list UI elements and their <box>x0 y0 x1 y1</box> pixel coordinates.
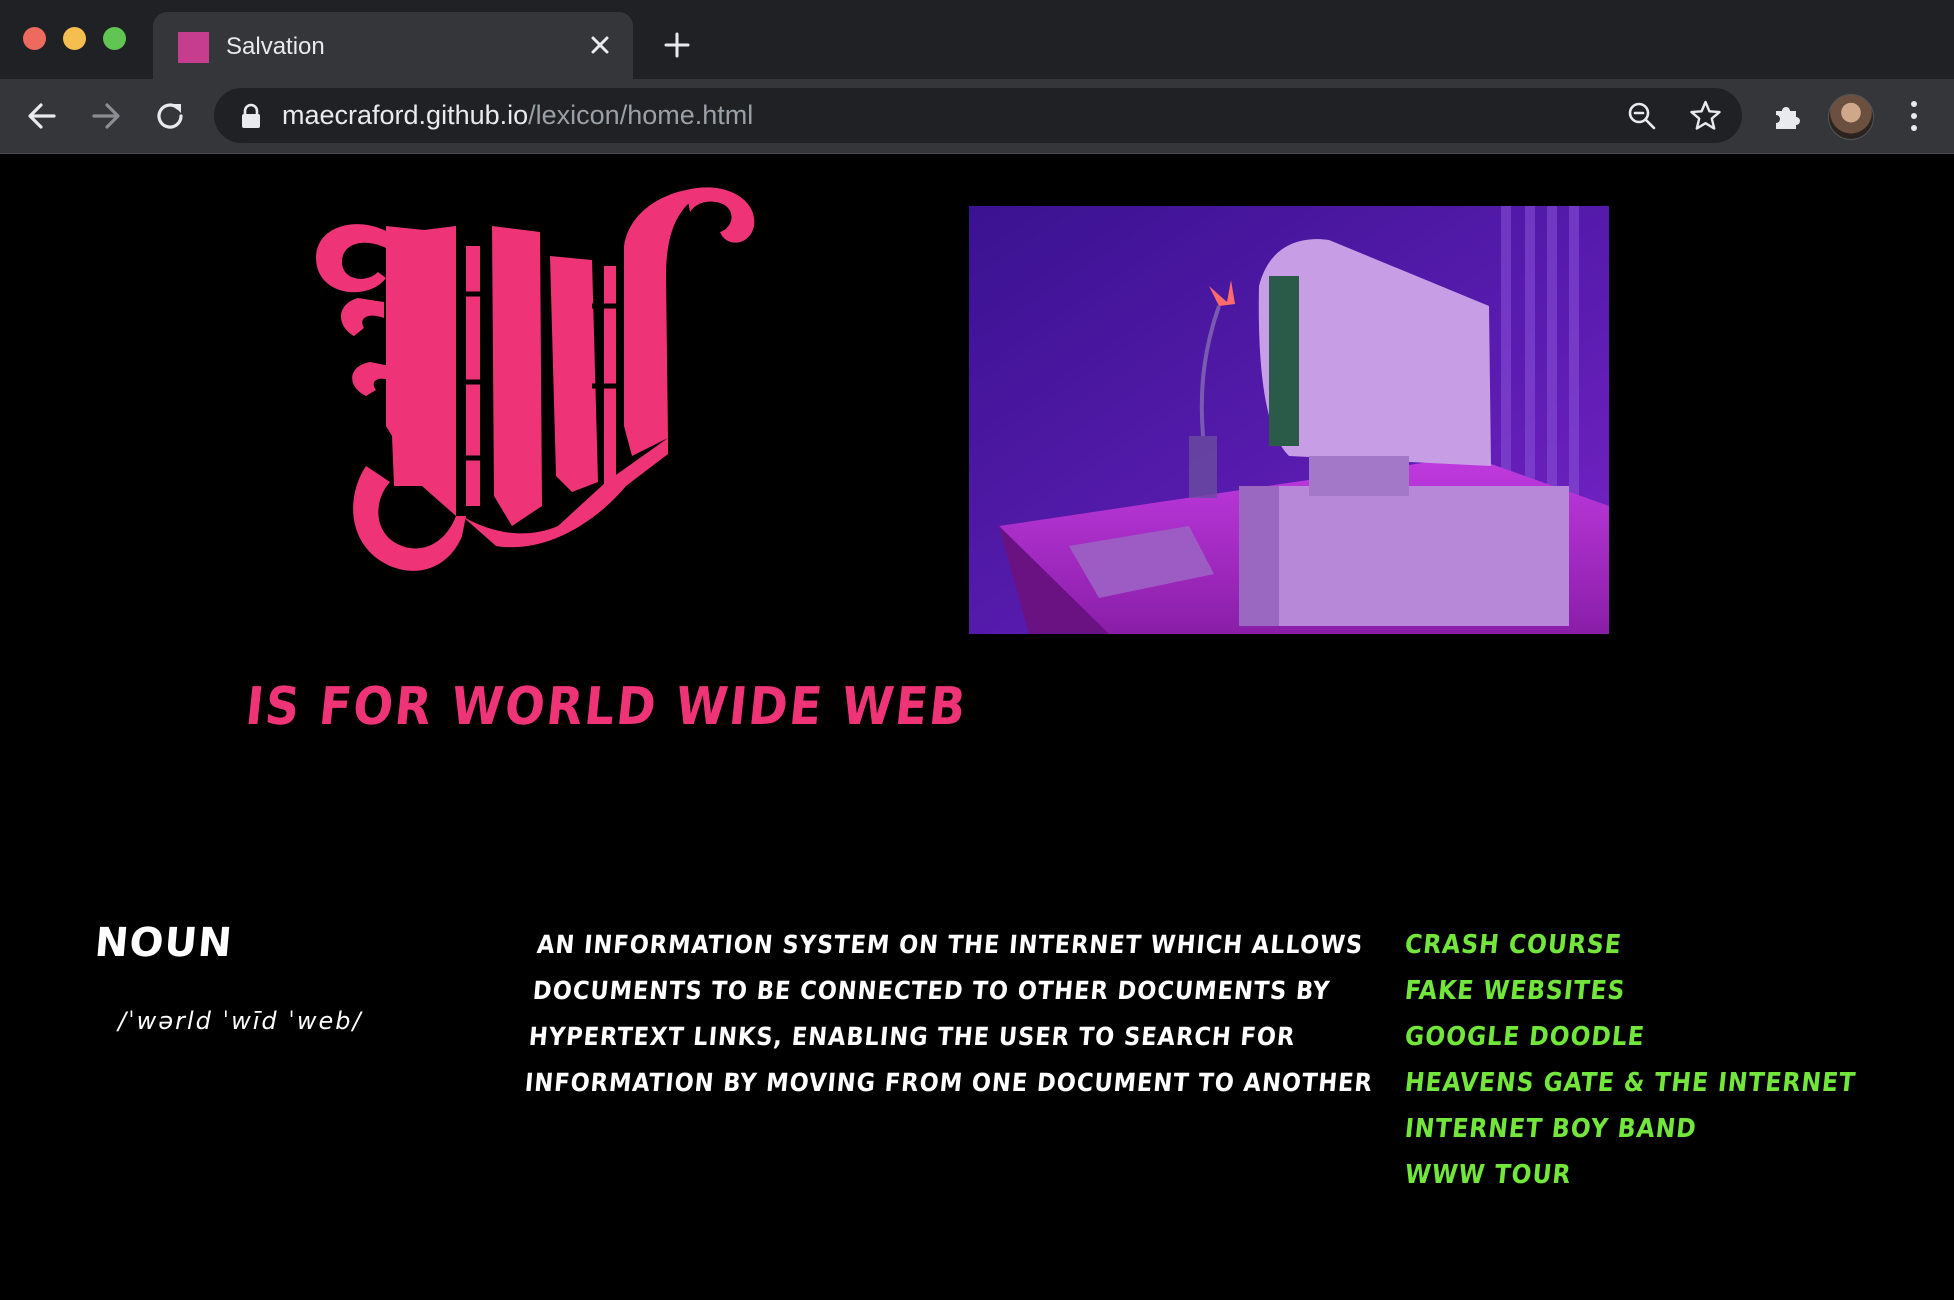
reference-links: Crash Course Fake Websites Google Doodle… <box>1403 922 1859 1198</box>
link-heavens-gate[interactable]: Heavens Gate & the internet <box>1403 1060 1859 1106</box>
link-item: Google Doodle <box>1403 1014 1856 1060</box>
headline: is for world wide web <box>242 677 971 737</box>
window-minimize-button[interactable] <box>63 27 86 50</box>
url-host: maecraford.github.io <box>282 100 529 130</box>
definition-text: an information system on the internet wh… <box>523 930 1375 1097</box>
address-bar[interactable]: maecraford.github.io/lexicon/home.html <box>214 88 1742 143</box>
zoom-icon[interactable] <box>1626 100 1658 132</box>
window-maximize-button[interactable] <box>103 27 126 50</box>
forward-arrow-icon[interactable] <box>86 96 126 136</box>
window-close-button[interactable] <box>23 27 46 50</box>
browser-tab-bar: Salvation <box>0 0 1954 79</box>
favicon-icon <box>178 32 209 63</box>
tab-title: Salvation <box>226 33 325 60</box>
link-crash-course[interactable]: Crash Course <box>1403 922 1625 968</box>
profile-avatar[interactable] <box>1828 94 1874 140</box>
pronunciation: /ˈwərld ˈwīd ˈweb/ <box>118 1007 363 1035</box>
extensions-puzzle-icon[interactable] <box>1770 99 1804 133</box>
tab-close-icon[interactable] <box>585 30 615 60</box>
browser-tab[interactable]: Salvation <box>153 12 633 79</box>
bookmark-star-icon[interactable] <box>1689 99 1722 132</box>
link-item: Heavens Gate & the internet <box>1403 1060 1859 1106</box>
reload-icon[interactable] <box>150 96 190 136</box>
link-item: Fake Websites <box>1403 968 1856 1014</box>
link-item: Internet Boy Band <box>1403 1106 1856 1152</box>
link-item: WWW Tour <box>1403 1152 1856 1198</box>
link-fake-websites[interactable]: Fake Websites <box>1403 968 1628 1014</box>
link-google-doodle[interactable]: Google Doodle <box>1403 1014 1648 1060</box>
link-item: Crash Course <box>1403 922 1856 968</box>
link-www-tour[interactable]: WWW Tour <box>1403 1152 1574 1198</box>
link-internet-boy-band[interactable]: Internet Boy Band <box>1403 1106 1700 1152</box>
back-arrow-icon[interactable] <box>22 96 62 136</box>
browser-toolbar: maecraford.github.io/lexicon/home.html <box>0 79 1954 154</box>
retro-computer-photo <box>969 206 1609 634</box>
lock-icon <box>242 103 260 128</box>
new-tab-icon[interactable] <box>660 28 694 62</box>
blackletter-w-logo <box>316 187 755 571</box>
more-menu-icon[interactable] <box>1904 97 1924 135</box>
page-content: is for world wide web Noun /ˈwərld ˈwīd … <box>0 154 1954 1300</box>
part-of-speech: Noun <box>92 920 235 966</box>
url-text[interactable]: maecraford.github.io/lexicon/home.html <box>282 98 753 133</box>
url-path: /lexicon/home.html <box>528 100 754 130</box>
